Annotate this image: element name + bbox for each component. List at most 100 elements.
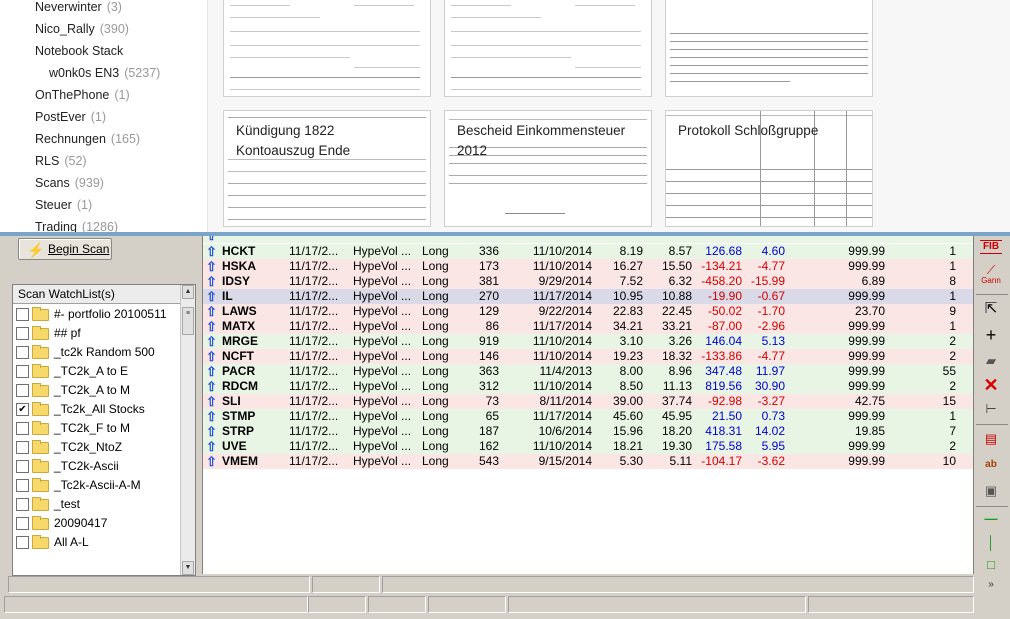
cell-c5: 146.04 — [705, 334, 742, 348]
notebook-item[interactable]: Scans (939) — [35, 173, 104, 193]
cell-c3: 5.30 — [619, 454, 643, 468]
note-thumbnail-bescheid[interactable]: Bescheid Einkommensteuer 2012 — [444, 110, 652, 227]
table-row[interactable]: ⇧ SLI 11/17/2... HypeVol ... Long 73 8/11/2014… — [203, 394, 973, 409]
watchlist-item[interactable]: _TC2k_A to M — [16, 381, 180, 400]
eraser-tool-icon[interactable]: ▰ — [978, 350, 1004, 372]
note-thumbnail-kuendigung[interactable]: Kündigung 1822 Kontoauszug Ende — [223, 110, 431, 227]
begin-scan-button[interactable]: ⚡ Begin Scan — [18, 238, 112, 260]
watchlist-checkbox[interactable] — [16, 460, 29, 473]
cell-c3: 7.52 — [619, 274, 643, 288]
notebook-item[interactable]: Neverwinter (3) — [35, 0, 122, 17]
note-thumbnail[interactable] — [223, 0, 431, 97]
cell-symbol: MATX — [222, 319, 256, 333]
cell-c8: 2 — [949, 439, 956, 453]
delete-tool-icon[interactable]: ✕ — [978, 374, 1004, 396]
cell-c6: 5.95 — [761, 439, 785, 453]
vertical-line-icon[interactable]: │ — [978, 532, 1004, 554]
scroll-down-icon[interactable]: ▼ — [182, 561, 194, 575]
status-bar-top — [0, 576, 974, 594]
ruler-tool-icon[interactable]: ⊢ — [978, 398, 1004, 420]
cell-c4: 19.30 — [661, 439, 692, 453]
cell-date: 11/17/2... — [289, 409, 339, 423]
watchlist-checkbox[interactable] — [16, 346, 29, 359]
notebook-item[interactable]: RLS (52) — [35, 151, 87, 171]
watchlist-item[interactable]: _TC2k_NtoZ — [16, 438, 180, 457]
scroll-thumb[interactable]: ≡ — [182, 307, 194, 335]
watchlist-item[interactable]: 20090417 — [16, 514, 180, 533]
pointer-tool-icon[interactable]: ⇱ — [978, 298, 1004, 320]
watchlist-item[interactable]: _Tc2k-Ascii-A-M — [16, 476, 180, 495]
watchlist-checkbox[interactable] — [16, 327, 29, 340]
table-row[interactable]: ⇧ UVE 11/17/2... HypeVol ... Long 162 11/10/20… — [203, 439, 973, 454]
table-row[interactable]: ⇧ HCKT 11/17/2... HypeVol ... Long 336 11/10/2… — [203, 244, 973, 259]
note-thumbnail[interactable] — [444, 0, 652, 97]
crosshair-tool-icon[interactable]: + — [978, 324, 1004, 346]
image-tool-icon[interactable]: ▣ — [978, 480, 1004, 502]
notebook-item[interactable]: Trading (1286) — [35, 217, 118, 232]
note-title: Bescheid Einkommensteuer 2012 — [457, 123, 626, 158]
table-row[interactable]: ⇧ STRP 11/17/2... HypeVol ... Long 187 10/6/20… — [203, 424, 973, 439]
watchlist-item[interactable]: _tc2k Random 500 — [16, 343, 180, 362]
watchlist-scrollbar[interactable]: ▲ ≡ ▼ — [180, 285, 195, 575]
watchlist-checkbox[interactable] — [16, 422, 29, 435]
note-thumbnail-protokoll[interactable]: Protokoll Schloßgruppe — [665, 110, 873, 227]
notebook-item[interactable]: Nico_Rally (390) — [35, 19, 129, 39]
cell-c5: 21.50 — [711, 409, 742, 423]
gann-tool-button[interactable]: ⟋ Gann — [978, 264, 1004, 286]
cell-c7: 999.99 — [848, 409, 885, 423]
watchlist-checkbox[interactable] — [16, 365, 29, 378]
table-row[interactable]: ⇧ HSKA 11/17/2... HypeVol ... Long 173 11/10/2… — [203, 259, 973, 274]
scan-results-grid[interactable]: ⇧ ⇧ HCKT 11/17/2... HypeVol ... Long 336 11/10… — [202, 236, 974, 574]
notebook-item[interactable]: Steuer (1) — [35, 195, 92, 215]
notebook-item[interactable]: PostEver (1) — [35, 107, 106, 127]
notebook-name: OnThePhone — [35, 88, 110, 102]
expand-icon[interactable]: » — [978, 574, 1004, 596]
watchlist-item[interactable]: #- portfolio 20100511 — [16, 305, 180, 324]
table-row[interactable]: ⇧ MATX 11/17/2... HypeVol ... Long 86 11/17/20… — [203, 319, 973, 334]
watchlist-checkbox[interactable] — [16, 479, 29, 492]
cell-c1: 312 — [478, 379, 499, 393]
notebook-item[interactable]: Rechnungen (165) — [35, 129, 140, 149]
watchlist-item[interactable]: _TC2k-Ascii — [16, 457, 180, 476]
watchlist-item[interactable]: _TC2k_F to M — [16, 419, 180, 438]
fibonacci-tool-button[interactable]: FIB — [978, 236, 1004, 258]
watchlist-checkbox[interactable] — [16, 498, 29, 511]
watchlist-item[interactable]: _test — [16, 495, 180, 514]
watchlist-checkbox[interactable] — [16, 517, 29, 530]
rectangle-tool-icon[interactable]: □ — [978, 554, 1004, 576]
notebook-name: Scans — [35, 176, 70, 190]
note-thumbnail[interactable] — [665, 0, 873, 97]
scroll-up-icon[interactable]: ▲ — [182, 285, 194, 299]
table-row[interactable]: ⇧ IL 11/17/2... HypeVol ... Long 270 11/17/201… — [203, 289, 973, 304]
watchlist-item[interactable]: All A-L — [16, 533, 180, 552]
watchlist-checkbox[interactable] — [16, 441, 29, 454]
notebook-item[interactable]: Notebook Stack — [35, 41, 128, 61]
watchlist-item[interactable]: ✔ _Tc2k_All Stocks — [16, 400, 180, 419]
table-row[interactable]: ⇧ NCFT 11/17/2... HypeVol ... Long 146 11/10/2… — [203, 349, 973, 364]
table-row[interactable]: ⇧ LAWS 11/17/2... HypeVol ... Long 129 9/22/20… — [203, 304, 973, 319]
table-row[interactable]: ⇧ RDCM 11/17/2... HypeVol ... Long 312 11/10/2… — [203, 379, 973, 394]
watchlist-checkbox[interactable]: ✔ — [16, 403, 29, 416]
watchlist-checkbox[interactable] — [16, 384, 29, 397]
text-tool-icon[interactable]: ab — [978, 454, 1004, 476]
cell-c2: 11/4/2013 — [539, 364, 593, 378]
horizontal-line-icon[interactable]: — — [978, 508, 1004, 530]
folder-icon — [32, 478, 49, 492]
cell-c1: 65 — [485, 409, 499, 423]
watchlist-item[interactable]: _TC2k_A to E — [16, 362, 180, 381]
watchlist-name: _TC2k_A to E — [54, 364, 129, 378]
cell-date: 11/17/2... — [289, 379, 339, 393]
table-row[interactable]: ⇧ MRGE 11/17/2... HypeVol ... Long 919 11/10/2… — [203, 334, 973, 349]
cell-c8: 1 — [949, 259, 956, 273]
notebook-item[interactable]: w0nk0s EN3 (5237) — [49, 63, 160, 83]
table-row[interactable]: ⇧ IDSY 11/17/2... HypeVol ... Long 381 9/29/20… — [203, 274, 973, 289]
watchlist-item[interactable]: ## pf — [16, 324, 180, 343]
notebook-item[interactable]: OnThePhone (1) — [35, 85, 130, 105]
table-row[interactable]: ⇧ VMEM 11/17/2... HypeVol ... Long 543 9/15/20… — [203, 454, 973, 469]
table-row[interactable]: ⇧ PACR 11/17/2... HypeVol ... Long 363 11/4/20… — [203, 364, 973, 379]
table-row-partial[interactable]: ⇧ — [203, 236, 973, 243]
watchlist-checkbox[interactable] — [16, 308, 29, 321]
calendar-tool-icon[interactable]: ▤ — [978, 428, 1004, 450]
table-row[interactable]: ⇧ STMP 11/17/2... HypeVol ... Long 65 11/17/20… — [203, 409, 973, 424]
watchlist-checkbox[interactable] — [16, 536, 29, 549]
